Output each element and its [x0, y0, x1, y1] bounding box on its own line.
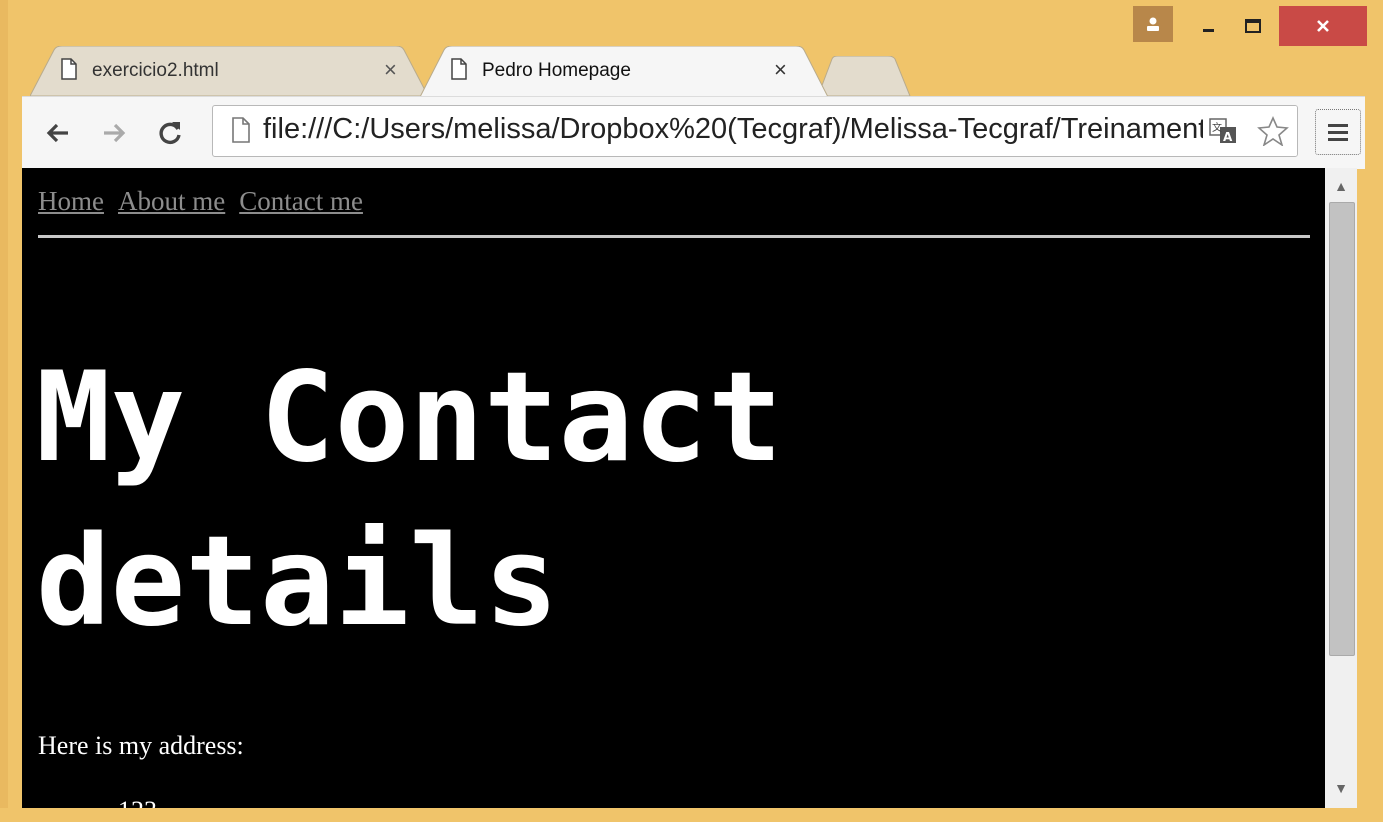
browser-window: exercicio2.html × Pedro Homepage × file:… — [0, 0, 1383, 822]
window-edge — [0, 0, 8, 822]
address-intro: Here is my address: — [38, 731, 244, 760]
browser-toolbar: file:///C:/Users/melissa/Dropbox%20(Tecg… — [22, 96, 1365, 169]
nav-link-home[interactable]: Home — [38, 186, 104, 216]
svg-text:文: 文 — [1212, 121, 1222, 134]
nav-link-about[interactable]: About me — [118, 186, 225, 216]
address-list-item: 123 — [118, 796, 157, 808]
menu-icon[interactable] — [1315, 109, 1361, 155]
back-icon[interactable] — [40, 115, 76, 151]
tab-close-icon[interactable]: × — [384, 58, 397, 82]
scroll-down-icon[interactable]: ▼ — [1325, 776, 1357, 800]
user-icon[interactable] — [1133, 6, 1173, 42]
minimize-icon[interactable] — [1187, 6, 1231, 46]
reload-icon[interactable] — [152, 115, 188, 151]
omnibox-actions: A文 — [1203, 106, 1297, 156]
tab-title: Pedro Homepage — [482, 60, 631, 81]
page-viewport: Home About me Contact me My Contact detail… — [22, 168, 1325, 808]
tab-strip: exercicio2.html × Pedro Homepage × — [30, 46, 930, 97]
divider — [38, 235, 1310, 238]
scrollbar-thumb[interactable] — [1329, 202, 1355, 656]
svg-text:A: A — [1223, 130, 1233, 144]
window-controls — [1133, 6, 1367, 46]
page-icon — [231, 117, 251, 148]
tab-pedro-homepage[interactable]: Pedro Homepage × — [420, 46, 830, 97]
translate-icon[interactable]: A文 — [1209, 118, 1239, 149]
close-icon[interactable] — [1279, 6, 1367, 46]
star-icon[interactable] — [1257, 116, 1289, 151]
nav-link-contact[interactable]: Contact me — [239, 186, 363, 216]
address-bar[interactable]: file:///C:/Users/melissa/Dropbox%20(Tecg… — [212, 105, 1298, 157]
url-text: file:///C:/Users/melissa/Dropbox%20(Tecg… — [263, 113, 1297, 145]
new-tab-button[interactable] — [817, 55, 914, 97]
tab-title: exercicio2.html — [92, 60, 219, 81]
maximize-icon[interactable] — [1231, 6, 1275, 46]
page-title: My Contact details — [36, 346, 783, 654]
site-nav: Home About me Contact me — [38, 186, 377, 217]
vertical-scrollbar[interactable]: ▲ ▼ — [1325, 168, 1357, 808]
scroll-up-icon[interactable]: ▲ — [1325, 174, 1357, 198]
window-bottom-edge — [0, 808, 1383, 822]
tab-exercicio2[interactable]: exercicio2.html × — [30, 46, 430, 96]
tab-close-icon[interactable]: × — [774, 58, 787, 82]
forward-icon[interactable] — [96, 115, 132, 151]
